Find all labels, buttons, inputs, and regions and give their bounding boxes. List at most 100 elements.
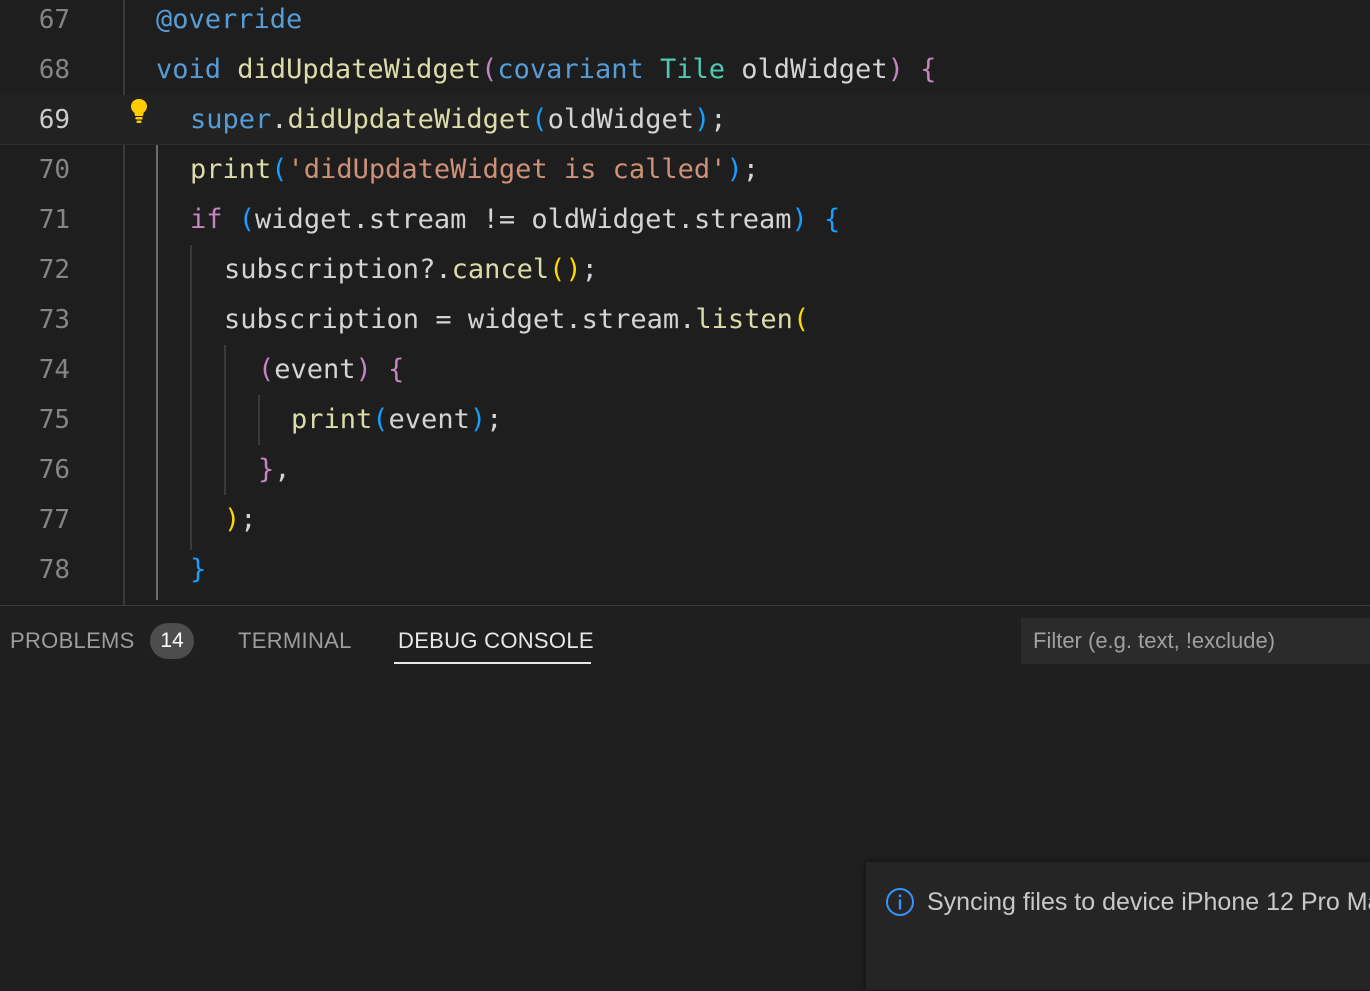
code-token: @override: [156, 4, 303, 35]
problems-count-badge: 14: [150, 623, 194, 659]
code-token: subscription = widget.stream.: [224, 304, 696, 335]
line-number: 77: [38, 505, 70, 535]
code-token: {: [920, 54, 937, 85]
code-text: );: [224, 500, 257, 540]
code-text: print('didUpdateWidget is called');: [190, 150, 759, 190]
notification-message: Syncing files to device iPhone 12 Pro Ma…: [927, 888, 1370, 916]
code-token: event: [274, 354, 356, 385]
code-token: Tile: [659, 54, 726, 85]
code-text: }: [190, 550, 206, 590]
code-text: void didUpdateWidget(covariant Tile oldW…: [156, 50, 936, 90]
code-token: {: [388, 354, 405, 385]
code-token: covariant: [497, 54, 644, 85]
code-token: ): [355, 354, 372, 385]
code-text: subscription = widget.stream.listen(: [224, 300, 809, 340]
line-number: 76: [38, 455, 70, 485]
lightbulb-icon[interactable]: [130, 98, 148, 124]
code-token: didUpdateWidget: [287, 104, 532, 135]
code-line[interactable]: 70 print('didUpdateWidget is called');: [0, 150, 1370, 200]
code-token: ): [469, 404, 487, 435]
code-token: ): [224, 504, 241, 535]
code-token: oldWidget: [547, 104, 694, 135]
code-token: (): [549, 254, 582, 285]
code-token: (: [481, 54, 498, 85]
code-text: print(event);: [291, 400, 502, 440]
code-line[interactable]: 75 print(event);: [0, 400, 1370, 450]
code-text: subscription?.cancel();: [224, 250, 598, 290]
code-line[interactable]: 71 if (widget.stream != oldWidget.stream…: [0, 200, 1370, 250]
code-token: super: [190, 104, 272, 135]
code-token: (: [531, 104, 548, 135]
code-token: ;: [581, 254, 598, 285]
code-token: ;: [710, 104, 727, 135]
code-token: cancel: [451, 254, 550, 285]
code-text: if (widget.stream != oldWidget.stream) {: [190, 200, 840, 240]
tab-problems[interactable]: PROBLEMS: [10, 628, 135, 654]
line-number: 72: [38, 255, 70, 285]
code-text: super.didUpdateWidget(oldWidget);: [190, 100, 727, 140]
code-token: }: [190, 554, 207, 585]
code-line[interactable]: 74 (event) {: [0, 350, 1370, 400]
code-token: 'didUpdateWidget is called': [287, 154, 727, 185]
line-number: 78: [38, 555, 70, 585]
code-token: {: [824, 204, 841, 235]
code-token: ,: [274, 454, 291, 485]
code-token: event: [388, 404, 470, 435]
code-token: (: [792, 304, 810, 335]
code-text: @override: [156, 0, 302, 40]
code-token: .: [271, 104, 288, 135]
tab-terminal[interactable]: TERMINAL: [238, 628, 352, 654]
code-token: listen: [695, 304, 793, 335]
code-line[interactable]: 67 @override: [0, 0, 1370, 50]
code-token: ;: [240, 504, 257, 535]
code-line[interactable]: 77 );: [0, 500, 1370, 550]
code-token: if: [190, 204, 223, 235]
line-number: 73: [38, 305, 70, 335]
code-text: (event) {: [258, 350, 404, 390]
code-token: subscription?.: [224, 254, 452, 285]
code-token: ): [726, 154, 743, 185]
code-token: (: [271, 154, 288, 185]
code-token: (: [238, 204, 256, 235]
code-token: (: [372, 404, 389, 435]
line-number: 68: [38, 55, 70, 85]
code-token: didUpdateWidget: [237, 54, 482, 85]
code-token: }: [258, 454, 275, 485]
code-token: print: [190, 154, 272, 185]
code-token: (: [258, 354, 275, 385]
code-text: },: [258, 450, 291, 490]
active-tab-indicator: [394, 662, 591, 664]
line-number: 71: [38, 205, 70, 235]
tab-debug-console[interactable]: DEBUG CONSOLE: [398, 628, 594, 654]
code-token: widget.stream != oldWidget.stream: [255, 204, 792, 235]
code-line[interactable]: 72 subscription?.cancel();: [0, 250, 1370, 300]
code-token: ): [693, 104, 711, 135]
line-number: 74: [38, 355, 70, 385]
code-token: ;: [486, 404, 503, 435]
filter-input[interactable]: [1021, 618, 1370, 664]
code-line-current[interactable]: 69 super.didUpdateWidget(oldWidget);: [0, 95, 1370, 145]
code-line[interactable]: 76 },: [0, 450, 1370, 500]
code-token: ): [791, 204, 808, 235]
info-icon: [886, 888, 914, 916]
line-number: 67: [38, 5, 70, 35]
code-token: ): [887, 54, 904, 85]
code-token: print: [291, 404, 373, 435]
line-number: 70: [38, 155, 70, 185]
code-token: oldWidget: [725, 54, 888, 85]
code-line[interactable]: 68 void didUpdateWidget(covariant Tile o…: [0, 50, 1370, 100]
code-editor[interactable]: 67 @override 68 void didUpdateWidget(cov…: [0, 0, 1370, 605]
code-line[interactable]: 78 }: [0, 550, 1370, 600]
line-number: 75: [38, 405, 70, 435]
notification-toast[interactable]: Syncing files to device iPhone 12 Pro Ma…: [866, 862, 1370, 990]
code-token: void: [156, 54, 222, 85]
line-number: 69: [38, 105, 70, 135]
code-token: ;: [742, 154, 759, 185]
code-line[interactable]: 73 subscription = widget.stream.listen(: [0, 300, 1370, 350]
